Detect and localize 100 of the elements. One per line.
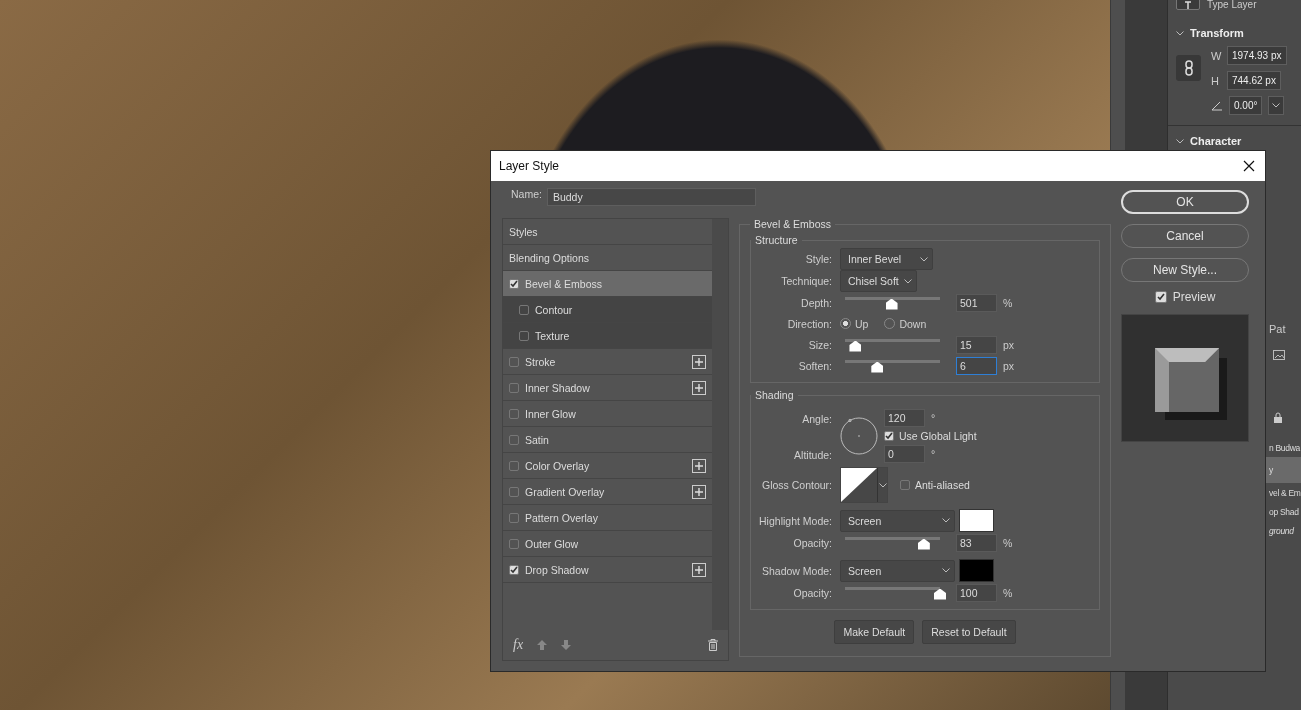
style-item[interactable]: Bevel & Emboss <box>503 271 712 297</box>
link-icon[interactable] <box>1176 55 1201 81</box>
slider-thumb[interactable] <box>849 340 862 352</box>
contour-picker[interactable] <box>840 467 888 503</box>
add-button[interactable] <box>692 562 706 577</box>
field-label: Direction: <box>786 317 832 330</box>
style-item[interactable]: Texture <box>503 323 712 349</box>
angle-field[interactable]: 0.00° <box>1229 96 1263 115</box>
style-item[interactable]: Contour <box>503 297 712 323</box>
unit-label: ° <box>931 448 936 460</box>
action-button[interactable]: Make Default <box>834 620 915 644</box>
number-field[interactable]: 83 <box>956 533 997 552</box>
checkbox[interactable] <box>509 356 519 367</box>
unit-label: % <box>1003 536 1013 549</box>
field-label: Size: <box>807 338 832 351</box>
checkbox[interactable] <box>519 304 529 315</box>
group-title: Structure <box>754 234 799 246</box>
field-label: Depth: <box>800 296 832 309</box>
dialog-button[interactable]: OK <box>1121 190 1249 214</box>
field-label: Soften: <box>797 359 832 372</box>
technique-dropdown[interactable]: Chisel Soft <box>840 270 917 292</box>
window-title: Layer Style <box>499 159 560 173</box>
angle-dial[interactable] <box>840 417 878 455</box>
checkbox[interactable] <box>509 278 519 289</box>
dialog-button[interactable]: New Style... <box>1121 258 1249 282</box>
global-light-checkbox[interactable]: Use Global Light <box>884 430 977 442</box>
checkbox[interactable] <box>509 408 519 419</box>
chevron-icon <box>1176 30 1184 36</box>
caret-icon <box>942 568 950 573</box>
caret-icon <box>1272 103 1281 108</box>
number-field[interactable]: 6 <box>956 356 997 375</box>
blend-mode-dropdown[interactable]: Screen <box>840 559 955 582</box>
section-title[interactable]: Character <box>1190 135 1242 147</box>
number-field[interactable]: 15 <box>956 335 997 354</box>
caret-icon <box>920 256 928 262</box>
trash-icon[interactable] <box>708 639 718 651</box>
slider-thumb[interactable] <box>885 298 898 310</box>
field-label: Technique: <box>780 275 832 287</box>
field-label: Angle: <box>801 413 832 425</box>
add-button[interactable] <box>692 354 706 369</box>
dropdown-button[interactable] <box>1268 96 1285 115</box>
unit-label: px <box>1003 359 1015 372</box>
unit-label: % <box>1003 586 1013 599</box>
checkbox[interactable] <box>509 434 519 445</box>
check-icon <box>885 432 893 440</box>
group-title: Shading <box>754 389 795 401</box>
number-field[interactable]: 100 <box>956 583 997 602</box>
field-label: Altitude: <box>793 449 832 461</box>
angle-icon <box>1211 100 1223 111</box>
color-swatch[interactable] <box>959 509 994 532</box>
radio-label: Up <box>855 317 869 330</box>
height-field[interactable]: 744.62 px <box>1227 71 1281 90</box>
field-label: Style: <box>804 253 832 265</box>
unit-label: px <box>1003 338 1015 351</box>
lock-icon[interactable] <box>1273 412 1283 424</box>
slider-thumb[interactable] <box>934 588 946 600</box>
panel-tab[interactable]: Pat <box>1269 320 1301 338</box>
checkbox[interactable] <box>519 330 529 341</box>
checkbox[interactable] <box>509 460 519 471</box>
close-button[interactable] <box>1241 158 1257 174</box>
caret-icon <box>878 482 887 488</box>
dialog-button[interactable]: Cancel <box>1121 224 1249 248</box>
unit-label: % <box>1003 296 1013 309</box>
field-label: Opacity: <box>792 536 832 549</box>
action-button[interactable]: Reset to Default <box>922 620 1016 644</box>
field-label: Highlight Mode: <box>758 514 832 527</box>
check-icon <box>510 279 518 288</box>
width-field[interactable]: 1974.93 px <box>1227 46 1287 65</box>
group-title: Bevel & Emboss <box>753 218 833 230</box>
number-field[interactable]: 501 <box>956 293 997 312</box>
checkbox[interactable] <box>509 564 519 575</box>
altitude-field[interactable]: 0 <box>884 445 925 463</box>
chevron-icon <box>1176 138 1184 144</box>
scrollbar[interactable] <box>712 219 728 630</box>
checkbox[interactable] <box>509 538 519 549</box>
color-swatch[interactable] <box>959 559 994 582</box>
radio-button[interactable] <box>840 318 851 329</box>
anti-aliased-checkbox[interactable]: Anti-aliased <box>900 479 970 491</box>
image-icon[interactable] <box>1273 350 1285 360</box>
checkbox[interactable] <box>509 486 519 497</box>
add-button[interactable] <box>692 484 706 499</box>
blend-mode-dropdown[interactable]: Screen <box>840 509 955 532</box>
checkbox[interactable] <box>509 382 519 393</box>
slider-thumb[interactable] <box>917 538 930 550</box>
slider-thumb[interactable] <box>871 361 884 373</box>
unit-label: ° <box>931 412 936 424</box>
fx-button[interactable]: fx <box>513 637 524 653</box>
name-label: Name: <box>511 188 542 200</box>
add-button[interactable] <box>692 458 706 473</box>
name-field[interactable]: Buddy <box>546 188 756 206</box>
checkbox[interactable] <box>509 512 519 523</box>
layer-type-label: Type Layer <box>1207 0 1257 10</box>
check-icon <box>1156 293 1165 301</box>
preview-checkbox[interactable]: Preview <box>1121 290 1249 304</box>
section-title[interactable]: Transform <box>1190 27 1244 39</box>
angle-field[interactable]: 120 <box>884 409 925 427</box>
field-label: Opacity: <box>792 586 832 599</box>
field-label: Shadow Mode: <box>760 564 832 577</box>
add-button[interactable] <box>692 380 706 395</box>
style-dropdown[interactable]: Inner Bevel <box>840 248 933 270</box>
